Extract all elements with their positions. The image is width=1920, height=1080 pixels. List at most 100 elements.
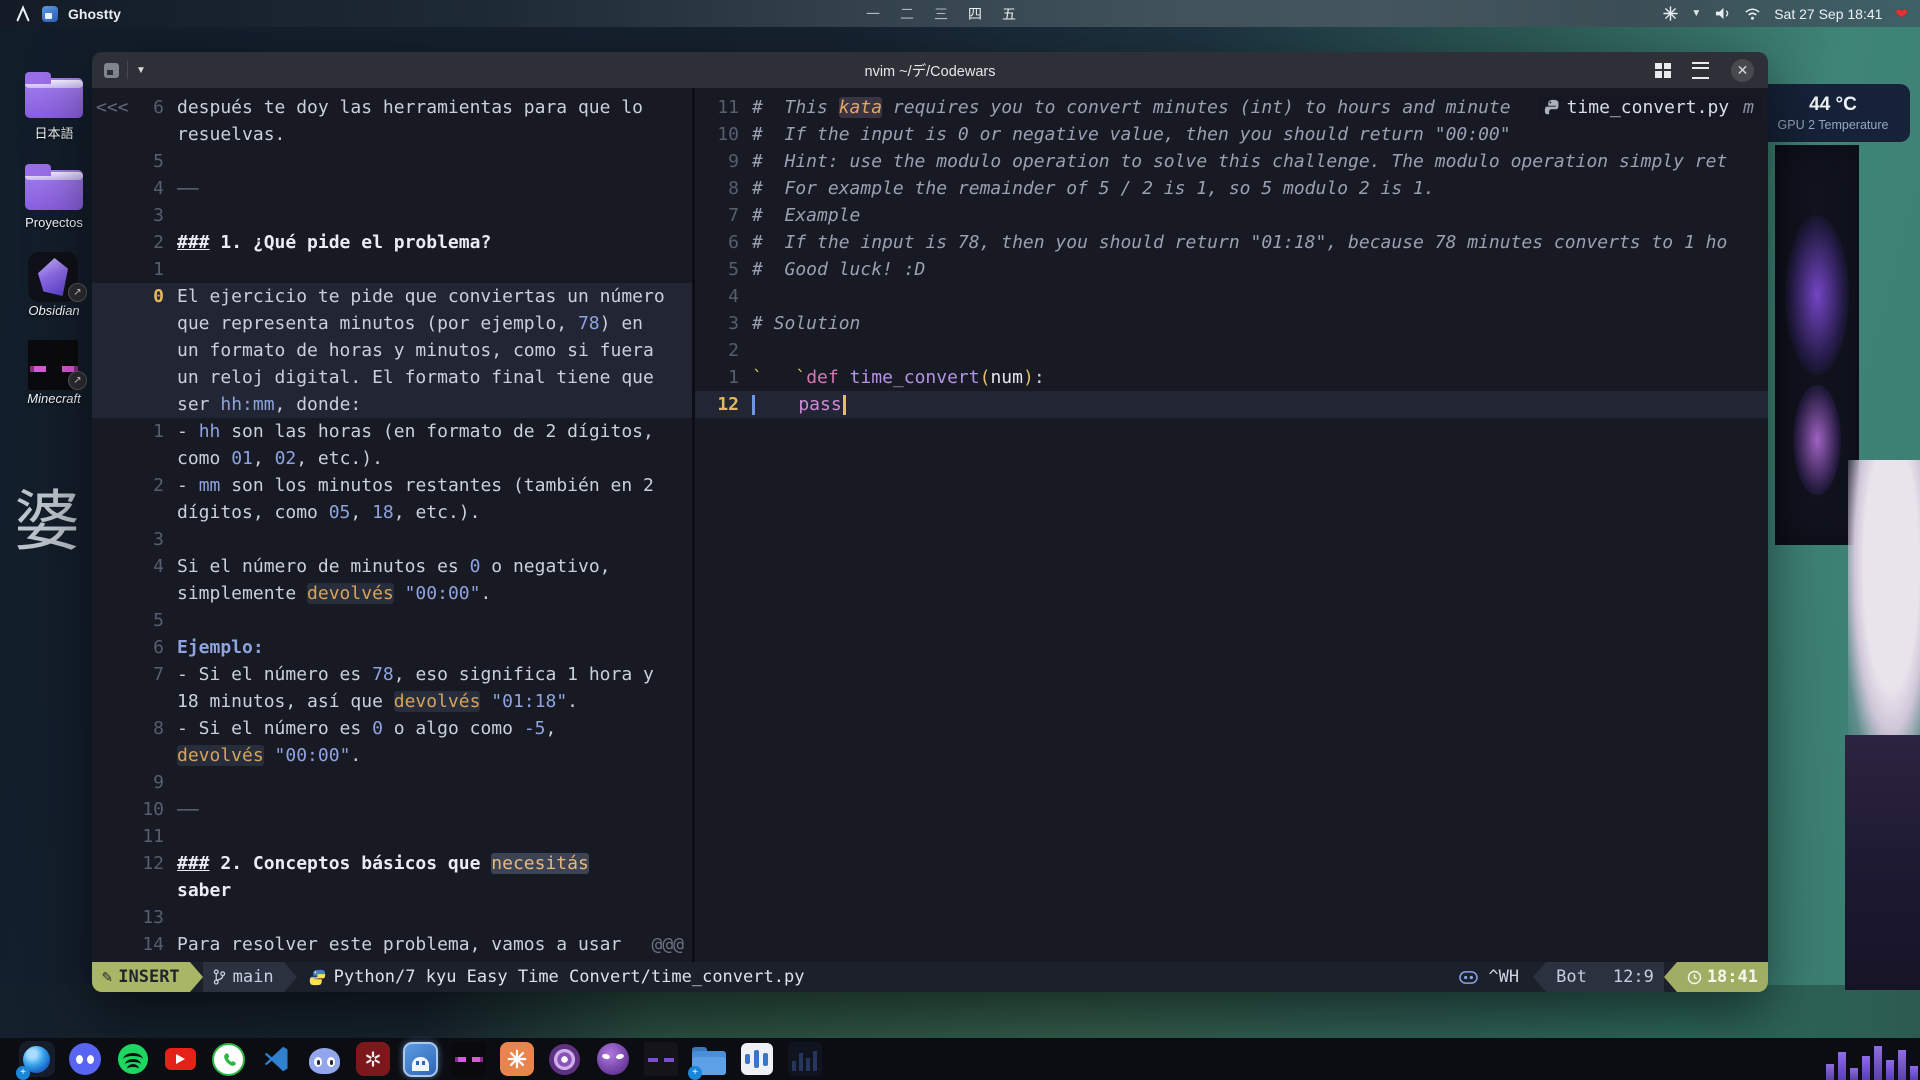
workspace-indicator[interactable]: 四 [968,4,982,24]
desktop-icon-日本語[interactable]: 日本語 [6,72,102,142]
snowflake-icon[interactable] [1663,6,1678,21]
window-title: nvim ~/デ/Codewars [92,60,1768,81]
editor-line: 6Ejemplo: [92,634,692,661]
desktop-icon-Proyectos[interactable]: Proyectos [6,164,102,230]
editor-line: 8- Si el número es 0 o algo como -5, [92,715,692,742]
desktop-icon-label: Obsidian [6,303,102,318]
window-titlebar[interactable]: ▼ nvim ~/デ/Codewars ✕ [92,52,1768,88]
ghostty-menubar-icon[interactable] [42,6,58,22]
indent-guide [752,395,766,415]
desktop-icon-Minecraft[interactable]: ↗Minecraft [6,340,102,406]
dock-item-splatoon-squid[interactable] [306,1041,343,1078]
editor-line: 8# For example the remainder of 5 / 2 is… [695,175,1768,202]
editor-line: simplemente devolvés "00:00". [92,580,692,607]
wallpaper-art-panel [1775,145,1859,545]
editor-line: 18 minutos, así que devolvés "01:18". [92,688,692,715]
editor-line: 10# If the input is 0 or negative value,… [695,121,1768,148]
gpu-temp-value: 44 °C [1809,94,1857,116]
dock-item-tor-browser[interactable] [546,1041,583,1078]
editor-line: 3 [92,526,692,553]
dock-badge: + [16,1066,30,1080]
editor-line: 5# Good luck! :D [695,256,1768,283]
terminal-tab-icon[interactable] [104,63,119,78]
desktop-icons: 日本語Proyectos↗Obsidian↗Minecraft [6,72,102,428]
desktop-icon-label: Proyectos [6,215,102,230]
editor-line: 3 [92,202,692,229]
editor-line: que representa minutos (por ejemplo, 78)… [92,310,692,337]
close-icon[interactable]: ✕ [1731,59,1754,82]
editor-line: 12 pass [695,391,1768,418]
editor-line: <<<6después te doy las herramientas para… [92,94,692,121]
menubar: Ghostty 一二三四五 ▼ Sat 27 Sep 18:41 ❤ [0,0,1920,27]
python-file-icon [1544,99,1561,116]
dock-item-star-orange[interactable] [498,1041,535,1078]
editor-line: 9 [92,769,692,796]
text-cursor [843,395,846,415]
editor-line: 13 [92,904,692,931]
editor-line: 1` `def time_convert(num): [695,364,1768,391]
distro-logo-icon [14,5,32,23]
python-code-pane[interactable]: 11# This kata requires you to convert mi… [695,88,1768,962]
dock-item-ghostty[interactable] [402,1041,439,1078]
powerline-separator [190,962,203,992]
workspace-indicator[interactable]: 三 [934,4,948,24]
workspace-indicator[interactable]: 一 [866,4,880,24]
time-segment: 18:41 [1677,962,1768,992]
desktop-screen: 婆 日本語Proyectos↗Obsidian↗Minecraft 44 °C … [0,0,1920,1080]
dock-item-youtube[interactable] [162,1041,199,1078]
shortcut-arrow-icon: ↗ [68,371,87,390]
dock-item-enderman-dark[interactable] [642,1041,679,1078]
dock-item-discord[interactable] [66,1041,103,1078]
editor-line: 3# Solution [695,310,1768,337]
dock-item-firefox[interactable]: + [18,1041,55,1078]
wallpaper-purple-glow [1793,385,1841,495]
dock-item-minecraft-enderman[interactable] [450,1041,487,1078]
git-branch-segment[interactable]: main [203,962,284,992]
menubar-app-name[interactable]: Ghostty [68,6,121,22]
wallpaper-kanji-glyph: 婆 [2,468,92,564]
dock-item-gastly[interactable] [594,1041,631,1078]
dock-item-file-manager[interactable]: + [690,1041,727,1078]
pencil-icon: ✎ [102,967,112,987]
workspace-indicator[interactable]: 二 [900,4,914,24]
cursor-position: 12:9 [1613,967,1654,987]
chevron-down-icon[interactable]: ▼ [1691,8,1701,19]
statusline: ✎ INSERT main Python/ [92,962,1768,992]
volume-icon[interactable] [1714,6,1731,21]
pending-keys: ^WH [1488,967,1519,987]
desktop-icon-Obsidian[interactable]: ↗Obsidian [6,252,102,318]
editor-line: ser hh:mm, donde: [92,391,692,418]
menu-icon[interactable] [1692,62,1709,79]
dock-item-spotify[interactable] [114,1041,151,1078]
menubar-clock[interactable]: Sat 27 Sep 18:41 [1774,6,1882,22]
mode-label: INSERT [118,967,179,987]
dock-item-music-red[interactable] [354,1041,391,1078]
markdown-notes-pane[interactable]: <<<6después te doy las herramientas para… [92,88,692,962]
editor-line: devolvés "00:00". [92,742,692,769]
dock-item-whatsapp[interactable] [210,1041,247,1078]
file-path-segment: Python/7 kyu Easy Time Convert/time_conv… [297,967,805,987]
workspace-indicator[interactable]: 五 [1002,4,1016,24]
desktop-icon-label: 日本語 [6,123,102,142]
folder-icon [25,72,83,118]
wallpaper-purple-glow [1785,215,1849,375]
editor-line: 6# If the input is 78, then you should r… [695,229,1768,256]
scroll-position: Bot [1556,967,1587,987]
tab-dropdown-icon[interactable]: ▼ [136,65,146,76]
workspace-indicators[interactable]: 一二三四五 [866,0,1016,27]
shortcut-arrow-icon: ↗ [68,283,87,302]
copilot-icon [1459,969,1478,986]
editor-line: 5 [92,148,692,175]
dock-item-audio-visualizer[interactable] [786,1041,823,1078]
editor-line: 9# Hint: use the modulo operation to sol… [695,148,1768,175]
editor-line: 7- Si el número es 78, eso significa 1 h… [92,661,692,688]
clock-icon [1687,970,1702,985]
split-grid-icon[interactable] [1655,63,1670,78]
wifi-icon[interactable] [1744,7,1761,21]
dock-item-volume-mixer[interactable] [738,1041,775,1078]
editor-line: 4Si el número de minutos es 0 o negativo… [92,553,692,580]
dock-item-vscode[interactable] [258,1041,295,1078]
dock: ++ [0,1038,1920,1080]
wallpaper-dark-corner [1845,735,1920,990]
branch-name: main [233,967,274,987]
